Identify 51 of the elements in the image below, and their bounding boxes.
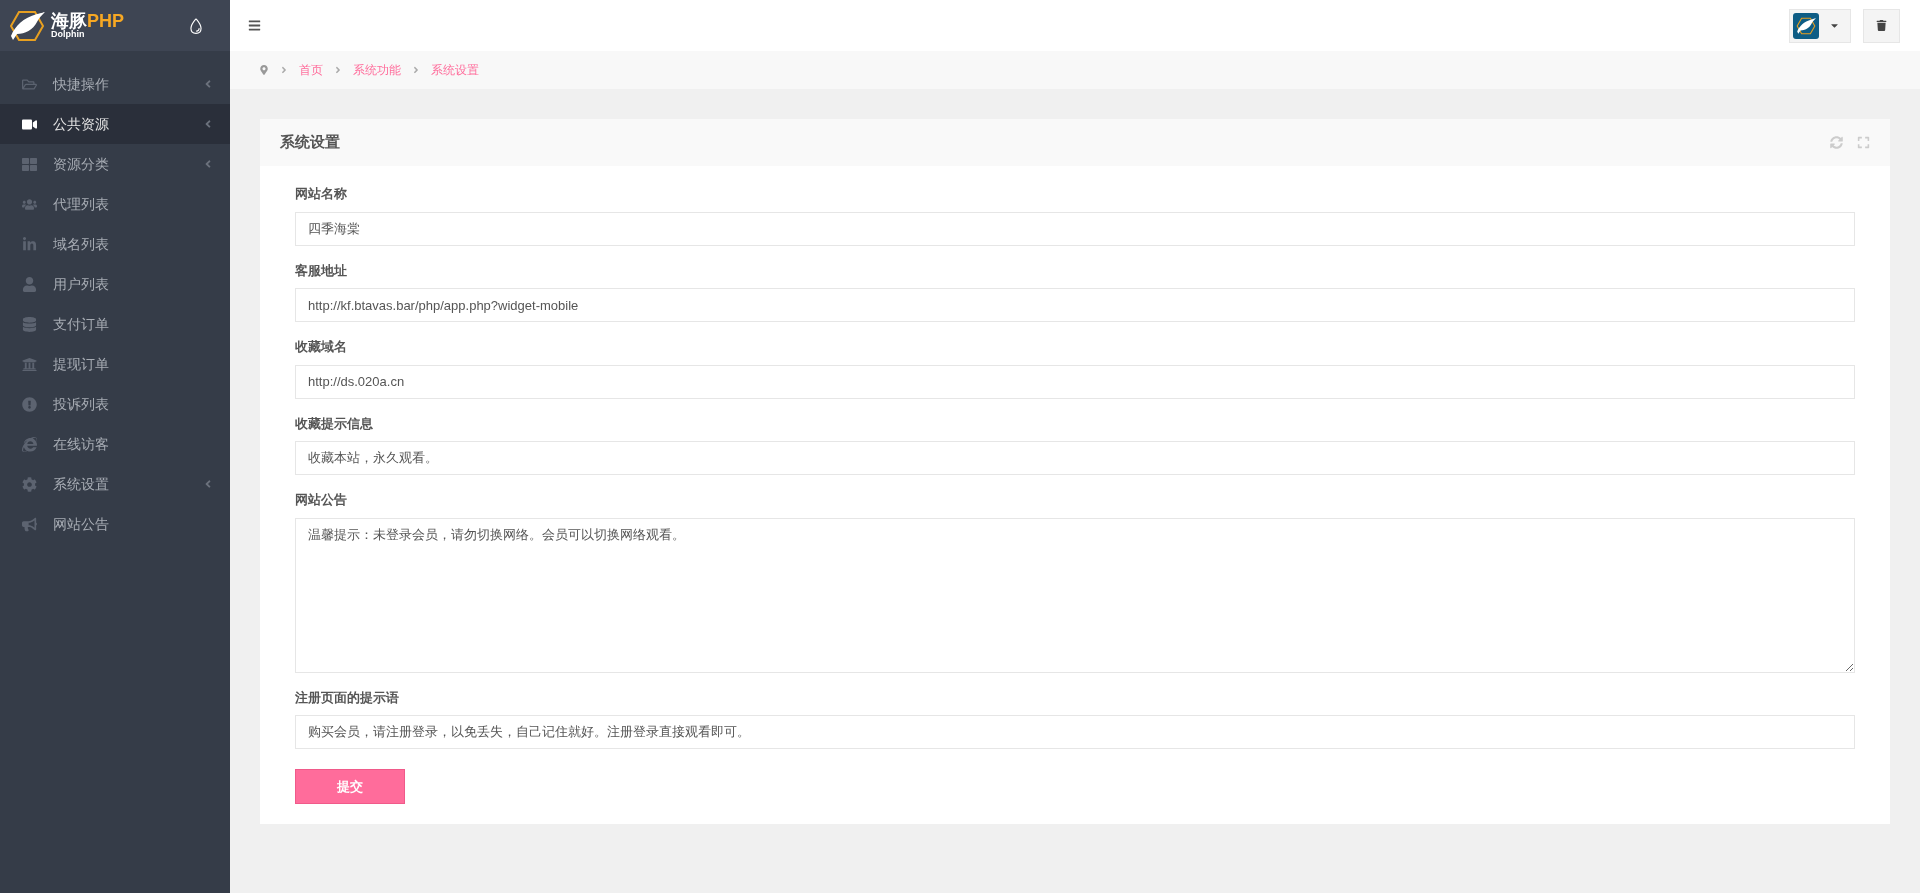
trash-icon (1876, 20, 1887, 31)
field-label: 客服地址 (295, 261, 348, 280)
browser-icon (22, 436, 37, 452)
menu-icon[interactable] (248, 19, 261, 32)
users-icon (22, 196, 37, 212)
submit-button[interactable]: 提交 (295, 769, 405, 804)
settings-icon (22, 476, 37, 492)
theme-drop-icon[interactable] (187, 16, 205, 35)
input-field[interactable]: 购买会员，请注册登录，以免丢失，自己记住就好。注册登录直接观看即可。 (295, 715, 1855, 749)
logo-name: 海豚 (51, 12, 87, 30)
breadcrumb-link[interactable]: 首页 (299, 61, 323, 79)
breadcrumb-link[interactable]: 系统功能 (353, 61, 401, 79)
grid-icon (22, 156, 37, 172)
field-label: 收藏域名 (295, 338, 348, 356)
sidebar-item[interactable]: 公共资源 (0, 104, 230, 144)
linkedin-icon (22, 236, 37, 252)
sidebar-item[interactable]: 在线访客 (0, 424, 230, 464)
user-icon (22, 276, 37, 292)
location-pin-icon (259, 65, 269, 75)
breadcrumb-link[interactable]: 系统设置 (431, 61, 479, 79)
sidebar-item[interactable]: 资源分类 (0, 144, 230, 184)
sidebar-item[interactable]: 域名列表 (0, 224, 230, 264)
sidebar-item[interactable]: 投诉列表 (0, 384, 230, 424)
sidebar-item[interactable]: 支付订单 (0, 304, 230, 344)
database-icon (22, 316, 37, 332)
field-label: 收藏提示信息 (295, 414, 374, 433)
textarea-field[interactable]: 温馨提示：未登录会员，请勿切换网络。会员可以切换网络观看。 (295, 517, 1855, 673)
input-field[interactable]: http://ds.020a.cn (295, 364, 1855, 399)
sidebar-item[interactable]: 系统设置 (0, 464, 230, 504)
logo-subtitle: Dolphin (51, 30, 85, 39)
separator-icon (333, 65, 343, 75)
separator-icon (411, 65, 421, 75)
sidebar-item[interactable]: 用户列表 (0, 264, 230, 304)
field-label: 网站名称 (295, 185, 348, 203)
clear-cache-button[interactable] (1863, 8, 1900, 43)
megaphone-icon (22, 516, 37, 532)
field-label: 注册页面的提示语 (295, 688, 400, 707)
sidebar-item[interactable]: 提现订单 (0, 344, 230, 384)
logo-accent: PHP (87, 12, 124, 30)
bank-icon (22, 356, 37, 372)
sidebar-item[interactable]: 网站公告 (0, 504, 230, 544)
field-label: 网站公告 (295, 491, 348, 509)
sidebar-item[interactable]: 快捷操作 (0, 64, 230, 104)
user-menu-button[interactable] (1789, 8, 1851, 43)
card-title: 系统设置 (280, 132, 340, 153)
input-field[interactable]: 收藏本站，永久观看。 (295, 441, 1855, 475)
input-field[interactable]: http://kf.btavas.bar/php/app.php?widget-mobile (295, 288, 1855, 322)
exclamation-icon (22, 396, 37, 412)
input-field[interactable]: 四季海棠 (295, 211, 1855, 246)
separator-icon (279, 65, 289, 75)
sidebar-item[interactable]: 代理列表 (0, 184, 230, 224)
